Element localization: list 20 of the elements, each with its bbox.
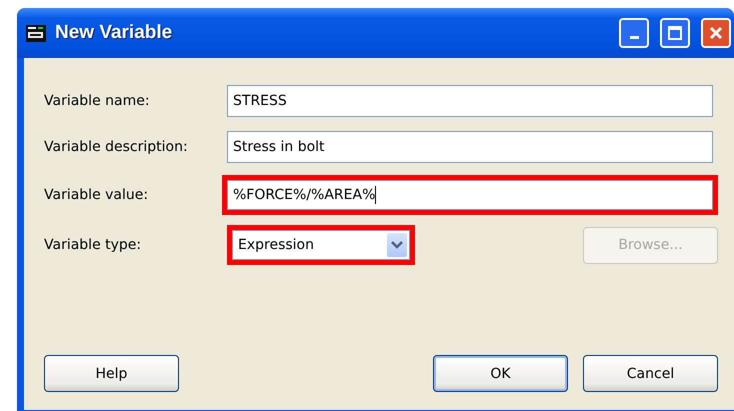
close-icon bbox=[708, 25, 724, 41]
dialog-button[interactable]: Cancel bbox=[583, 355, 718, 392]
type-dropdown[interactable]: Expression bbox=[232, 230, 410, 260]
input-field[interactable]: %FORCE%/%AREA% bbox=[227, 180, 713, 210]
minimize-button[interactable] bbox=[619, 18, 649, 48]
window-title: New Variable bbox=[55, 22, 174, 44]
minimize-icon bbox=[630, 36, 638, 39]
app-icon bbox=[25, 22, 47, 44]
dialog-button[interactable]: Help bbox=[44, 355, 179, 392]
chevron-icon[interactable] bbox=[387, 233, 407, 257]
input-field[interactable]: STRESS bbox=[227, 85, 713, 117]
maximize-icon bbox=[667, 25, 683, 41]
input-field[interactable]: Stress in bolt bbox=[227, 131, 713, 163]
field-label: Variable value: bbox=[44, 187, 150, 203]
dialog-button[interactable]: OK bbox=[433, 355, 568, 392]
field-label: Variable name: bbox=[44, 93, 151, 109]
field-label: Variable type: bbox=[44, 237, 142, 253]
field-label: Variable description: bbox=[44, 139, 189, 155]
close-button[interactable] bbox=[701, 18, 731, 48]
maximize-button[interactable] bbox=[660, 18, 690, 48]
